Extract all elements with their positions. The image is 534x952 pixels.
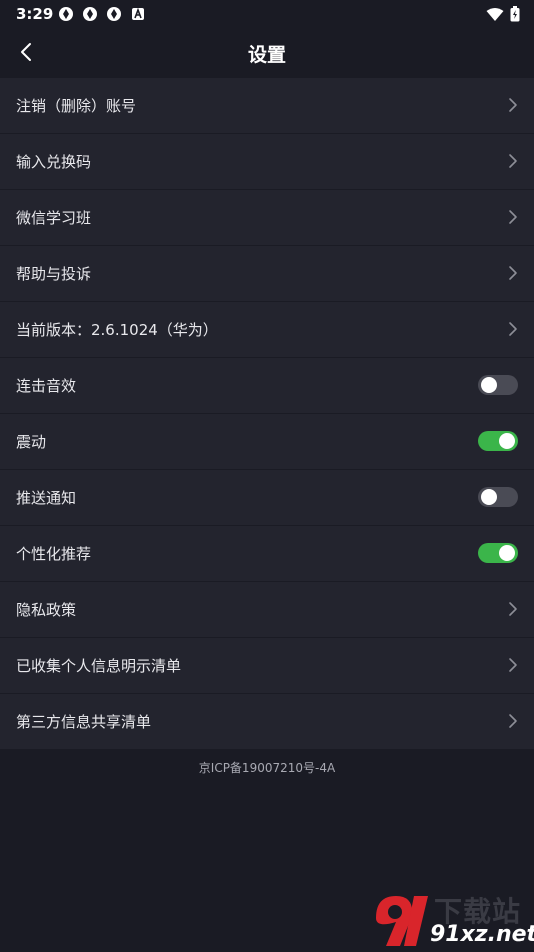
nav-bar: 设置 [0, 28, 534, 78]
settings-row[interactable]: 输入兑换码 [0, 134, 534, 190]
chevron-right-icon [508, 601, 518, 617]
settings-list: 注销（删除）账号 输入兑换码微信学习班帮助与投诉当前版本：2.6.1024（华为）… [0, 78, 534, 749]
toggle-knob [481, 489, 497, 505]
app-notification-icon [58, 6, 74, 22]
watermark-text-bottom: 91xz.net [430, 922, 534, 947]
settings-row-label: 震动 [16, 433, 47, 451]
status-bar: 3:29 [0, 0, 534, 28]
icp-license: 京ICP备19007210号-4A [198, 761, 336, 775]
app-notification-icon [82, 6, 98, 22]
page-title: 设置 [247, 44, 286, 66]
watermark: 下载站 91xz.net [360, 888, 534, 948]
chevron-right-icon [508, 97, 518, 113]
toggle-switch[interactable] [478, 487, 518, 507]
settings-row[interactable]: 个性化推荐 [0, 526, 534, 582]
settings-row[interactable]: 连击音效 [0, 358, 534, 414]
notification-icons [58, 6, 146, 22]
watermark-logo-icon [362, 888, 434, 948]
toggle-knob [499, 545, 515, 561]
settings-row[interactable]: 震动 [0, 414, 534, 470]
settings-row-label: 帮助与投诉 [16, 265, 92, 283]
settings-row[interactable]: 已收集个人信息明示清单 [0, 638, 534, 694]
settings-row-label: 推送通知 [16, 489, 77, 507]
settings-row-label: 第三方信息共享清单 [16, 713, 152, 731]
chevron-right-icon [508, 321, 518, 337]
wifi-icon [486, 7, 504, 26]
chevron-right-icon [508, 713, 518, 729]
toggle-switch[interactable] [478, 543, 518, 563]
settings-row-label: 已收集个人信息明示清单 [16, 657, 182, 675]
accessibility-a-icon [130, 6, 146, 22]
settings-row-label: 微信学习班 [16, 209, 92, 227]
chevron-right-icon [508, 265, 518, 281]
status-right [486, 6, 520, 26]
chevron-right-icon [508, 209, 518, 225]
battery-charging-icon [510, 6, 520, 26]
toggle-knob [499, 433, 515, 449]
settings-row[interactable]: 当前版本：2.6.1024（华为） [0, 302, 534, 358]
settings-row[interactable]: 第三方信息共享清单 [0, 694, 534, 749]
settings-row-label: 隐私政策 [16, 601, 77, 619]
settings-row[interactable]: 微信学习班 [0, 190, 534, 246]
settings-row-label: 连击音效 [16, 377, 77, 395]
chevron-right-icon [508, 657, 518, 673]
chevron-right-icon [508, 153, 518, 169]
settings-row-label: 输入兑换码 [16, 153, 92, 171]
settings-row[interactable]: 推送通知 [0, 470, 534, 526]
toggle-knob [481, 377, 497, 393]
settings-row[interactable]: 注销（删除）账号 [0, 78, 534, 134]
settings-row[interactable]: 隐私政策 [0, 582, 534, 638]
toggle-switch[interactable] [478, 431, 518, 451]
status-time: 3:29 [16, 5, 54, 23]
app-notification-icon [106, 6, 122, 22]
settings-row-label: 注销（删除）账号 [16, 97, 137, 115]
settings-row[interactable]: 帮助与投诉 [0, 246, 534, 302]
settings-row-label: 个性化推荐 [16, 545, 92, 563]
settings-row-label: 当前版本：2.6.1024（华为） [16, 321, 218, 339]
toggle-switch[interactable] [478, 375, 518, 395]
